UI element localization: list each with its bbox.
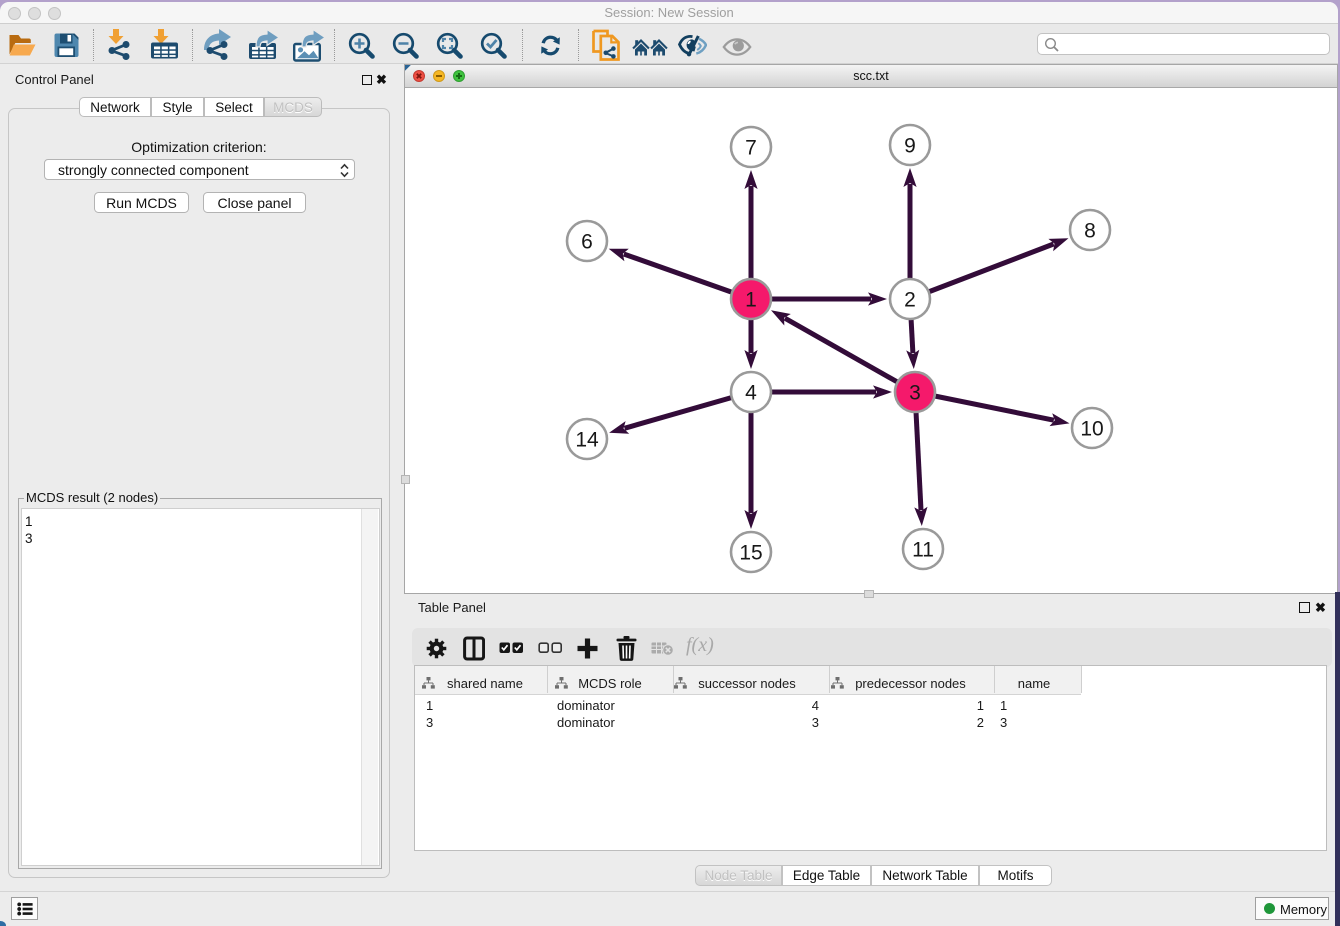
svg-text:14: 14 bbox=[575, 428, 599, 451]
svg-text:4: 4 bbox=[745, 381, 757, 404]
svg-text:7: 7 bbox=[745, 136, 757, 159]
svg-text:3: 3 bbox=[909, 381, 921, 404]
svg-text:2: 2 bbox=[904, 288, 916, 311]
svg-text:8: 8 bbox=[1084, 219, 1096, 242]
svg-text:15: 15 bbox=[739, 541, 762, 564]
svg-text:1: 1 bbox=[745, 288, 757, 311]
svg-text:10: 10 bbox=[1080, 417, 1103, 440]
svg-text:9: 9 bbox=[904, 134, 916, 157]
svg-text:11: 11 bbox=[912, 538, 934, 561]
svg-text:6: 6 bbox=[581, 230, 593, 253]
